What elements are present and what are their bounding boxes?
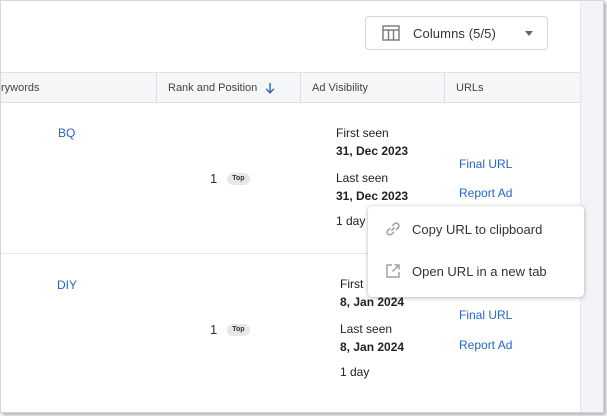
menu-item-label: Open URL in a new tab bbox=[412, 263, 547, 279]
header-rank[interactable]: Rank and Position bbox=[156, 73, 300, 102]
final-url-link[interactable]: Final URL bbox=[459, 157, 512, 171]
first-seen-date: 31, Dec 2023 bbox=[336, 144, 409, 158]
columns-button-label: Columns (5/5) bbox=[413, 25, 496, 41]
menu-item-copy-url[interactable]: Copy URL to clipboard bbox=[368, 208, 584, 250]
rank-value: 1 bbox=[210, 171, 218, 186]
first-seen-label: First bbox=[340, 277, 364, 291]
last-seen-date: 31, Dec 2023 bbox=[336, 189, 409, 203]
report-ad-link[interactable]: Report Ad bbox=[459, 186, 512, 200]
last-seen-label: Last seen bbox=[340, 322, 393, 336]
link-icon bbox=[386, 222, 400, 236]
position-badge: Top bbox=[227, 172, 250, 185]
menu-item-open-new-tab[interactable]: Open URL in a new tab bbox=[368, 250, 584, 292]
sort-arrow-down-icon[interactable] bbox=[265, 82, 275, 94]
keyword-link[interactable]: DIY bbox=[57, 278, 77, 292]
header-visibility[interactable]: Ad Visibility bbox=[300, 73, 444, 102]
columns-icon bbox=[382, 25, 400, 41]
header-urls-label: URLs bbox=[456, 81, 484, 94]
report-ad-link[interactable]: Report Ad bbox=[459, 338, 512, 352]
final-url-link[interactable]: Final URL bbox=[459, 308, 512, 322]
open-in-new-icon bbox=[386, 264, 400, 278]
header-keywords[interactable]: rywords bbox=[1, 73, 156, 102]
app-window: Columns (5/5) rywords Rank and Position … bbox=[0, 0, 604, 413]
rank-cell: 1 Top bbox=[210, 171, 250, 186]
last-seen-label: Last seen bbox=[336, 171, 389, 185]
first-seen-date: 8, Jan 2024 bbox=[340, 295, 405, 309]
scrollbar-track[interactable] bbox=[580, 1, 603, 412]
menu-item-label: Copy URL to clipboard bbox=[412, 221, 543, 237]
table-header: rywords Rank and Position Ad Visibility … bbox=[1, 72, 580, 103]
header-rank-label: Rank and Position bbox=[168, 81, 258, 94]
columns-button[interactable]: Columns (5/5) bbox=[365, 16, 548, 50]
header-urls[interactable]: URLs bbox=[444, 73, 580, 102]
header-keywords-label: rywords bbox=[1, 81, 40, 94]
duration: 1 day bbox=[340, 365, 370, 379]
duration: 1 day bbox=[336, 214, 366, 228]
url-context-menu: Copy URL to clipboard Open URL in a new … bbox=[368, 206, 584, 297]
keyword-link[interactable]: BQ bbox=[58, 126, 75, 140]
position-badge: Top bbox=[227, 323, 250, 336]
rank-cell: 1 Top bbox=[210, 322, 250, 337]
header-visibility-label: Ad Visibility bbox=[312, 81, 369, 94]
caret-down-icon bbox=[525, 31, 533, 36]
rank-value: 1 bbox=[210, 322, 218, 337]
first-seen-label: First seen bbox=[336, 126, 389, 140]
last-seen-date: 8, Jan 2024 bbox=[340, 340, 405, 354]
